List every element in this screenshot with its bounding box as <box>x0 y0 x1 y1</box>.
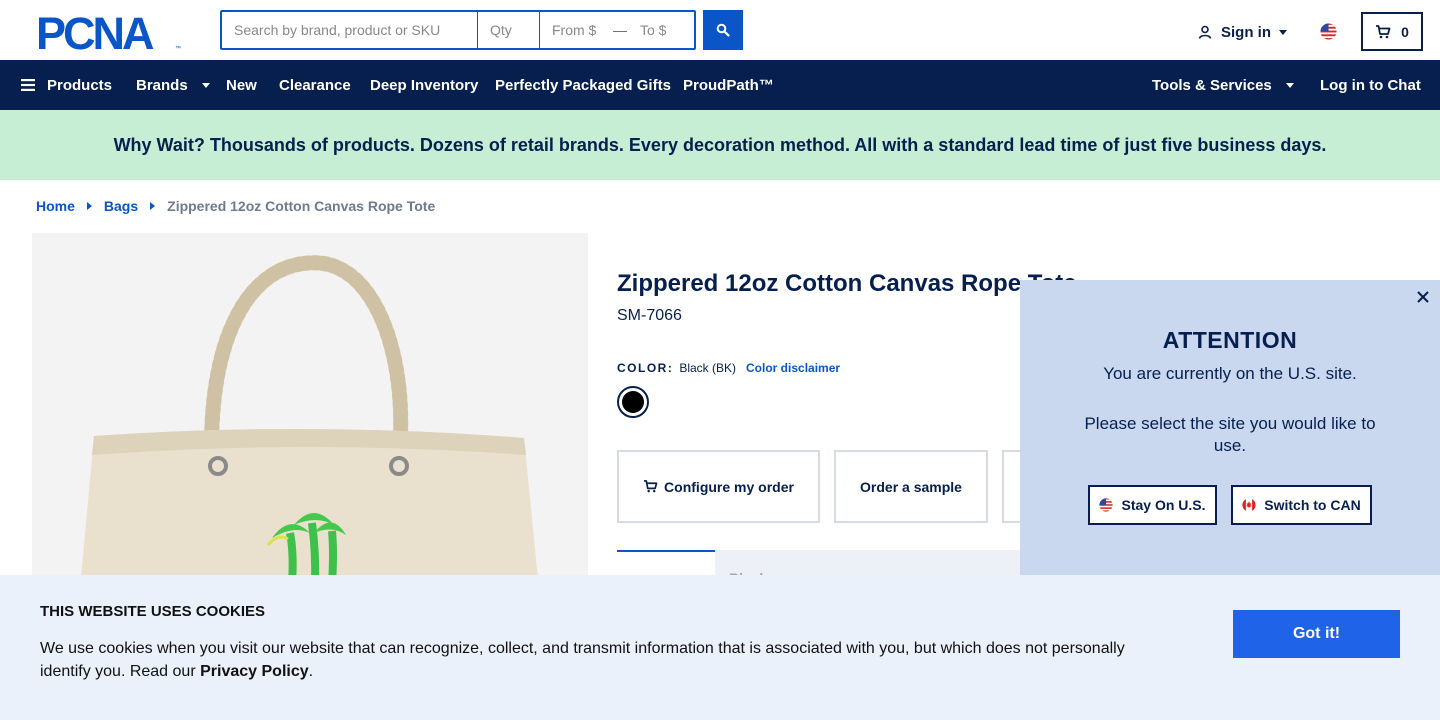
nav-tools-label: Tools & Services <box>1152 76 1272 94</box>
order-sample-label: Order a sample <box>860 478 962 495</box>
privacy-policy-link[interactable]: Privacy Policy <box>200 663 309 680</box>
color-swatch-black[interactable] <box>617 386 649 418</box>
stay-on-us-label: Stay On U.S. <box>1121 497 1206 513</box>
price-from-input[interactable] <box>540 12 612 48</box>
switch-to-can-button[interactable]: Switch to CAN <box>1231 485 1372 525</box>
main-nav: Products Brands New Clearance Deep Inven… <box>0 60 1440 110</box>
chevron-down-icon <box>1279 29 1287 35</box>
nav-new[interactable]: New <box>226 60 257 110</box>
hamburger-icon <box>21 79 35 91</box>
cart-button[interactable]: 0 <box>1361 12 1423 51</box>
product-title: Zippered 12oz Cotton Canvas Rope Tote <box>617 270 1077 297</box>
nav-proudpath-label: ProudPath™ <box>683 76 774 94</box>
configure-order-button[interactable]: Configure my order <box>617 450 820 523</box>
color-label: COLOR: <box>617 361 674 375</box>
search-bar: — <box>220 10 696 50</box>
nav-brands-label: Brands <box>136 76 188 94</box>
nav-products-label: Products <box>47 76 113 94</box>
pcna-logo[interactable]: PCNA ™ <box>36 12 184 52</box>
cart-icon <box>644 480 658 493</box>
us-flag-icon <box>1099 498 1114 512</box>
cookie-title: THIS WEBSITE USES COOKIES <box>40 603 266 620</box>
promo-banner-text: Why Wait? Thousands of products. Dozens … <box>113 134 1327 155</box>
nav-chat-label: Log in to Chat <box>1320 76 1421 94</box>
nav-new-label: New <box>226 76 257 94</box>
color-value: Black (BK) <box>679 361 737 375</box>
sign-in-label: Sign in <box>1221 23 1271 41</box>
nav-proudpath[interactable]: ProudPath™ <box>683 60 774 110</box>
nav-brands[interactable]: Brands <box>136 60 210 110</box>
breadcrumb-bags[interactable]: Bags <box>104 198 138 214</box>
color-disclaimer-link[interactable]: Color disclaimer <box>746 361 840 375</box>
configure-order-label: Configure my order <box>664 478 794 495</box>
attention-title: ATTENTION <box>1162 327 1298 353</box>
search-icon <box>716 23 730 37</box>
attention-current-site: You are currently on the U.S. site. <box>1103 364 1357 383</box>
price-to-input[interactable] <box>628 12 694 48</box>
nav-perfectly-packaged-gifts[interactable]: Perfectly Packaged Gifts <box>495 60 671 110</box>
nav-clearance[interactable]: Clearance <box>279 60 351 110</box>
breadcrumb: Home Bags Zippered 12oz Cotton Canvas Ro… <box>36 198 435 214</box>
color-row: COLOR: Black (BK) Color disclaimer <box>617 361 840 375</box>
cookie-period: . <box>308 663 314 680</box>
us-flag-icon[interactable] <box>1320 23 1337 40</box>
user-icon <box>1198 25 1212 39</box>
attention-instruction: Please select the site you would like to… <box>1084 414 1376 455</box>
breadcrumb-home[interactable]: Home <box>36 198 75 214</box>
svg-text:™: ™ <box>175 45 181 52</box>
cart-count: 0 <box>1401 23 1409 40</box>
cookie-accept-button[interactable]: Got it! <box>1233 610 1400 658</box>
nav-tools-services[interactable]: Tools & Services <box>1152 60 1294 110</box>
cart-icon <box>1376 24 1391 38</box>
nav-log-in-to-chat[interactable]: Log in to Chat <box>1320 60 1421 110</box>
switch-to-can-label: Switch to CAN <box>1264 497 1361 513</box>
stay-on-us-button[interactable]: Stay On U.S. <box>1088 485 1217 525</box>
breadcrumb-current: Zippered 12oz Cotton Canvas Rope Tote <box>167 198 436 214</box>
chevron-down-icon <box>1285 82 1294 88</box>
close-icon[interactable] <box>1416 290 1430 304</box>
nav-deep-inventory[interactable]: Deep Inventory <box>370 60 478 110</box>
product-sku: SM-7066 <box>617 307 682 324</box>
chevron-down-icon <box>201 82 210 88</box>
quantity-input[interactable] <box>478 12 540 48</box>
nav-deep-inventory-label: Deep Inventory <box>370 76 479 94</box>
chevron-right-icon <box>86 202 92 210</box>
sign-in-menu[interactable]: Sign in <box>1197 20 1287 44</box>
nav-gifts-label: Perfectly Packaged Gifts <box>495 76 671 94</box>
swatch-fill <box>622 391 644 413</box>
price-range-dash: — <box>613 22 627 38</box>
search-button[interactable] <box>703 10 743 50</box>
nav-clearance-label: Clearance <box>279 76 351 94</box>
canada-flag-icon <box>1242 498 1256 512</box>
logo-text: PCNA <box>36 12 154 52</box>
nav-products[interactable]: Products <box>21 60 112 110</box>
cookie-text-block: We use cookies when you visit our websit… <box>40 637 1160 683</box>
promo-banner: Why Wait? Thousands of products. Dozens … <box>0 110 1440 180</box>
cookie-banner: THIS WEBSITE USES COOKIES We use cookies… <box>0 575 1440 720</box>
site-selector-popup: ATTENTION You are currently on the U.S. … <box>1020 280 1440 575</box>
search-input[interactable] <box>222 12 478 48</box>
chevron-right-icon <box>150 202 156 210</box>
site-header: PCNA ™ — Sign in <box>0 0 1440 60</box>
order-sample-button[interactable]: Order a sample <box>834 450 988 523</box>
